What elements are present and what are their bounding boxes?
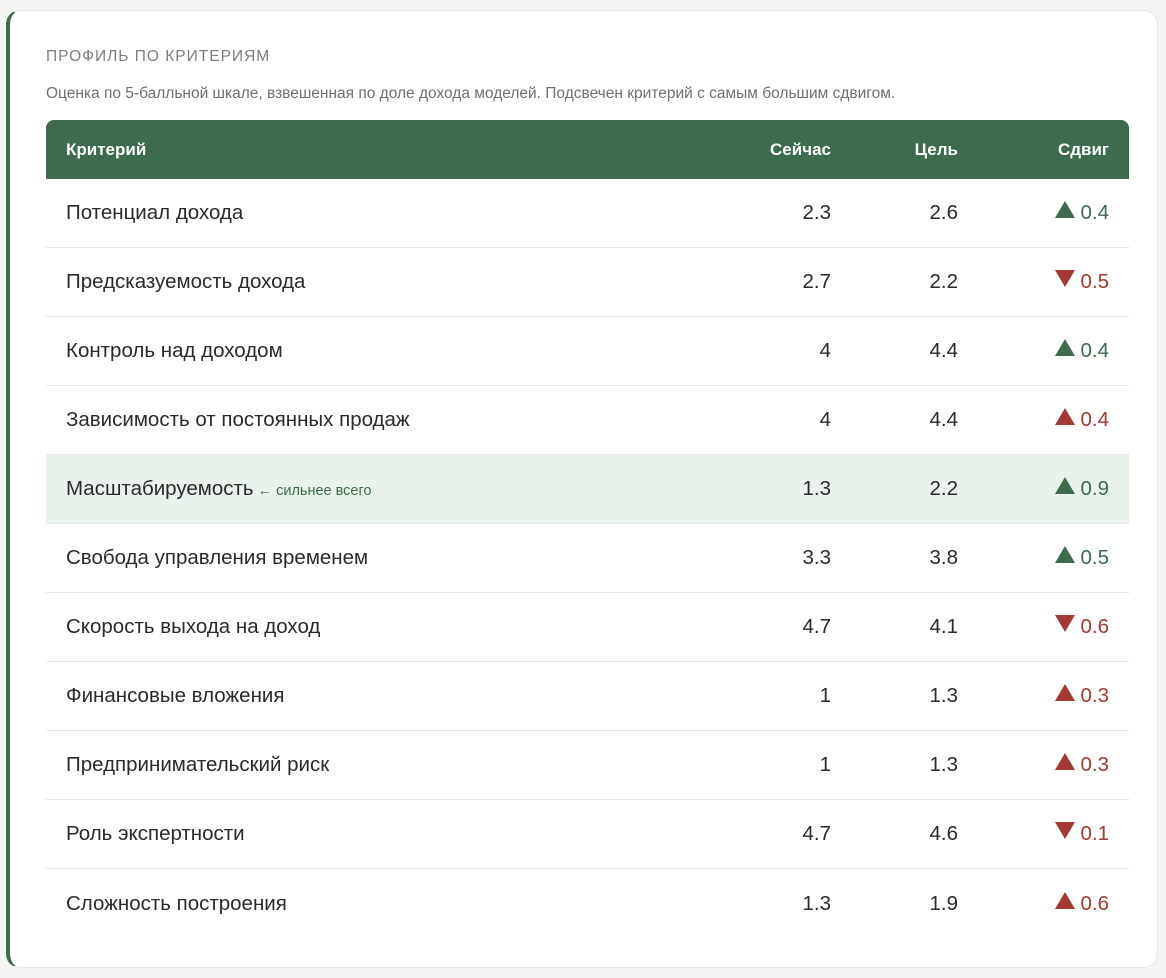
shift-cell: 0.6 xyxy=(958,615,1129,639)
shift-cell: 0.6 xyxy=(958,891,1129,916)
shift-cell: 0.1 xyxy=(958,822,1129,846)
shift-cell: 0.5 xyxy=(958,270,1129,294)
triangle-up-icon xyxy=(1054,477,1075,494)
criterion-cell: Потенциал дохода xyxy=(46,201,666,225)
triangle-up-icon xyxy=(1054,201,1075,218)
table-header: Критерий Сейчас Цель Сдвиг xyxy=(46,120,1129,179)
table-row: Скорость выхода на доход 4.7 4.1 0.6 xyxy=(46,593,1129,662)
goal-value: 2.2 xyxy=(929,477,959,500)
criteria-profile-card: Профиль по критериям Оценка по 5-балльно… xyxy=(6,10,1158,968)
table-row: Финансовые вложения 1 1.3 0.3 xyxy=(46,662,1129,731)
table-row: Контроль над доходом 4 4.4 0.4 xyxy=(46,317,1129,386)
criterion-cell: Финансовые вложения xyxy=(46,684,666,708)
shift-cell: 0.3 xyxy=(958,753,1129,777)
triangle-up-icon xyxy=(1054,408,1075,425)
now-value: 2.3 xyxy=(802,201,832,224)
goal-value: 1.3 xyxy=(929,753,959,776)
goal-value: 4.1 xyxy=(929,615,959,638)
shift-value: 0.3 xyxy=(1080,684,1110,707)
shift-value: 0.6 xyxy=(1080,615,1110,638)
triangle-up-icon xyxy=(1054,891,1075,909)
criterion-name: Свобода управления временем xyxy=(66,546,369,569)
criterion-name: Контроль над доходом xyxy=(66,339,283,362)
criterion-name: Предсказуемость дохода xyxy=(66,270,306,293)
shift-value: 0.3 xyxy=(1080,753,1110,776)
criterion-name: Предпринимательский риск xyxy=(66,753,330,776)
goal-value: 1.9 xyxy=(929,891,959,915)
header-shift: Сдвиг xyxy=(1057,139,1109,159)
now-value: 4 xyxy=(819,408,831,431)
table-body: Потенциал дохода 2.3 2.6 0.4 Предсказуем… xyxy=(46,179,1129,938)
criterion-cell: Зависимость от постоянных продаж xyxy=(46,408,666,432)
goal-value: 3.8 xyxy=(929,546,959,569)
triangle-up-icon xyxy=(1054,339,1075,356)
triangle-up-icon xyxy=(1054,546,1075,563)
shift-cell: 0.4 xyxy=(958,201,1129,225)
now-value: 1 xyxy=(819,684,831,707)
criterion-name: Сложность построения xyxy=(66,891,287,915)
card-title: Профиль по критериям xyxy=(46,48,271,65)
goal-value: 2.6 xyxy=(929,201,959,224)
table-row: Масштабируемость ← сильнее всего 1.3 2.2 … xyxy=(46,455,1129,524)
shift-cell: 0.9 xyxy=(958,477,1129,501)
triangle-down-icon xyxy=(1054,822,1075,839)
shift-value: 0.9 xyxy=(1080,477,1110,500)
criterion-cell: Роль экспертности xyxy=(46,822,666,846)
header-now: Сейчас xyxy=(770,139,831,159)
shift-value: 0.1 xyxy=(1080,822,1110,845)
shift-cell: 0.3 xyxy=(958,684,1129,708)
table-row: Зависимость от постоянных продаж 4 4.4 0… xyxy=(46,386,1129,455)
criteria-table: Критерий Сейчас Цель Сдвиг Потенциал дох… xyxy=(46,120,1129,938)
criterion-name: Масштабируемость xyxy=(66,477,254,500)
card-subtitle: Оценка по 5-балльной шкале, взвешенная п… xyxy=(46,85,896,102)
table-row: Потенциал дохода 2.3 2.6 0.4 xyxy=(46,179,1129,248)
shift-cell: 0.4 xyxy=(958,408,1129,432)
criterion-cell: Сложность построения xyxy=(46,892,666,916)
now-value: 1.3 xyxy=(802,891,832,915)
now-value: 2.7 xyxy=(802,270,832,293)
now-value: 3.3 xyxy=(802,546,832,569)
criterion-cell: Скорость выхода на доход xyxy=(46,615,666,639)
table-row: Свобода управления временем 3.3 3.8 0.5 xyxy=(46,524,1129,593)
header-criterion: Критерий xyxy=(66,139,147,159)
criterion-name: Финансовые вложения xyxy=(66,684,285,707)
triangle-up-icon xyxy=(1054,684,1075,701)
goal-value: 1.3 xyxy=(929,684,959,707)
now-value: 1 xyxy=(819,753,831,776)
shift-value: 0.4 xyxy=(1080,408,1110,431)
now-value: 4 xyxy=(819,339,831,362)
criterion-name: Роль экспертности xyxy=(66,822,245,845)
triangle-down-icon xyxy=(1054,615,1075,632)
triangle-up-icon xyxy=(1054,753,1075,770)
goal-value: 4.6 xyxy=(929,822,959,845)
shift-value: 0.6 xyxy=(1080,891,1110,915)
now-value: 1.3 xyxy=(802,477,832,500)
criterion-cell: Предсказуемость дохода xyxy=(46,270,666,294)
criterion-name: Зависимость от постоянных продаж xyxy=(66,408,410,431)
table-row: Сложность построения 1.3 1.9 0.6 xyxy=(46,869,1129,938)
shift-value: 0.5 xyxy=(1080,546,1110,569)
table-row: Роль экспертности 4.7 4.6 0.1 xyxy=(46,800,1129,869)
goal-value: 2.2 xyxy=(929,270,959,293)
table-row: Предпринимательский риск 1 1.3 0.3 xyxy=(46,731,1129,800)
triangle-down-icon xyxy=(1054,270,1075,287)
now-value: 4.7 xyxy=(802,822,832,845)
goal-value: 4.4 xyxy=(929,408,959,431)
shift-cell: 0.5 xyxy=(958,546,1129,570)
shift-value: 0.4 xyxy=(1080,201,1110,224)
criterion-cell: Контроль над доходом xyxy=(46,339,666,363)
now-value: 4.7 xyxy=(802,615,832,638)
shift-value: 0.4 xyxy=(1080,339,1110,362)
shift-cell: 0.4 xyxy=(958,339,1129,363)
strongest-hint: ← сильнее всего xyxy=(257,483,372,499)
criterion-name: Скорость выхода на доход xyxy=(66,615,321,638)
criterion-name: Потенциал дохода xyxy=(66,201,244,224)
shift-value: 0.5 xyxy=(1080,270,1110,293)
table-row: Предсказуемость дохода 2.7 2.2 0.5 xyxy=(46,248,1129,317)
criterion-cell: Предпринимательский риск xyxy=(46,753,666,777)
header-goal: Цель xyxy=(914,139,958,159)
criterion-cell: Свобода управления временем xyxy=(46,546,666,570)
criterion-cell: Масштабируемость ← сильнее всего xyxy=(46,477,666,501)
goal-value: 4.4 xyxy=(929,339,959,362)
